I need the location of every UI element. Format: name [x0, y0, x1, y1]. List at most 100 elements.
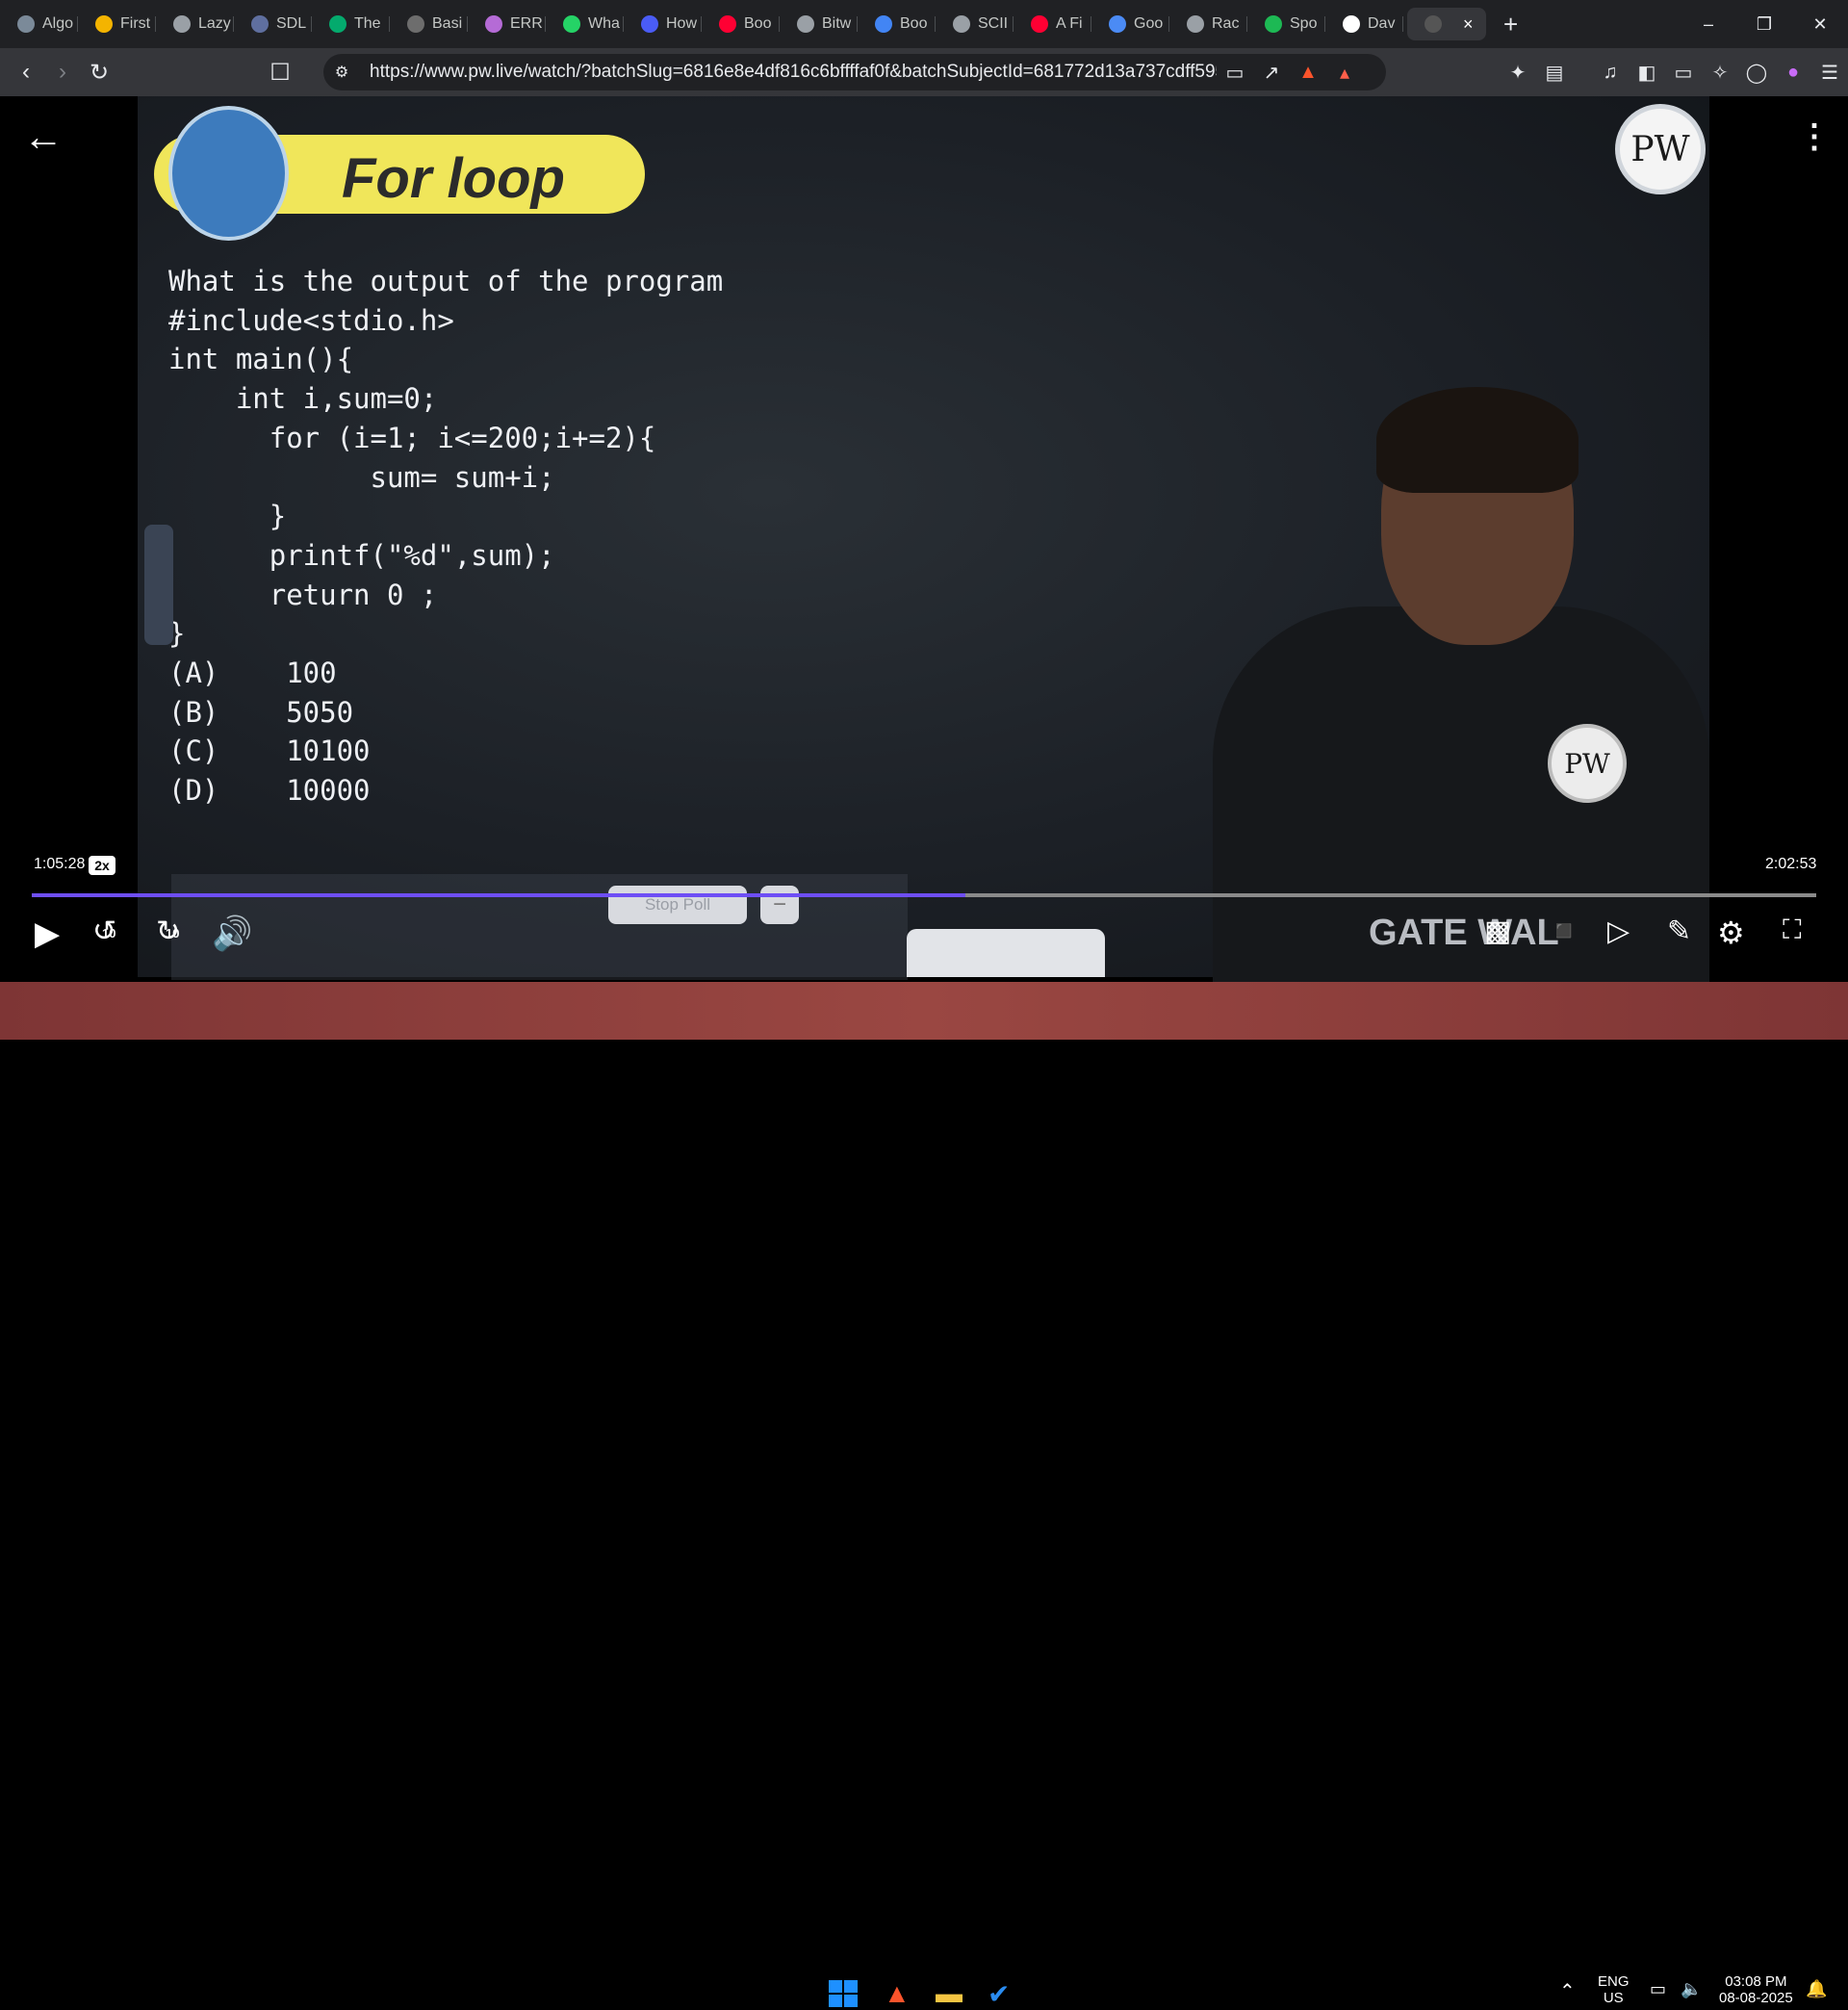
- windows-start-icon[interactable]: [829, 1978, 861, 2007]
- browser-tab[interactable]: Lazy: [156, 8, 234, 40]
- extensions-icon[interactable]: ✦: [1500, 61, 1536, 85]
- wallet-icon[interactable]: ▭: [1665, 61, 1702, 85]
- question-code: What is the output of the program #includ…: [168, 262, 723, 811]
- close-window-button[interactable]: ✕: [1792, 0, 1848, 48]
- site-info-icon[interactable]: ⚙: [323, 63, 360, 82]
- clock[interactable]: 03:08 PM 08-08-2025: [1719, 1973, 1793, 2006]
- restore-button[interactable]: ❐: [1736, 0, 1792, 48]
- tab-favicon-icon: [485, 15, 502, 33]
- notification-icon[interactable]: 🔔: [1806, 1979, 1827, 1999]
- browser-tab-strip: Algo First Lazy SDL The Basi ERR Wha How Boo Bitw B…: [0, 0, 1848, 48]
- tab-label: Dav: [1368, 15, 1396, 32]
- tray-overflow-icon[interactable]: ⌃: [1559, 1979, 1576, 2003]
- browser-tab[interactable]: SDL: [234, 8, 312, 40]
- active-tab[interactable]: ×: [1407, 8, 1486, 40]
- minimize-button[interactable]: –: [1681, 0, 1736, 48]
- tab-label: Goo: [1134, 15, 1164, 32]
- browser-tab[interactable]: Spo: [1247, 8, 1325, 40]
- language-indicator[interactable]: ENG US: [1598, 1973, 1630, 2006]
- close-tab-icon[interactable]: ×: [1463, 14, 1474, 35]
- translate-icon[interactable]: ◾: [1546, 915, 1581, 948]
- seek-bar[interactable]: [32, 893, 1816, 897]
- rewind-10-label: 10: [102, 926, 116, 941]
- tab-favicon-icon: [1343, 15, 1360, 33]
- windows-taskbar: ▲ ▬ ✔ ⌃ ENG US ▭ 🔈 03:08 PM 08-08-2025 🔔: [0, 982, 1848, 2009]
- back-icon[interactable]: ‹: [8, 59, 44, 86]
- extensions-toolbar: ✦ ▤ ♫ ◧ ▭ ✧ ◯ ● ☰: [1500, 48, 1848, 96]
- minimize-poll-button[interactable]: −: [760, 886, 799, 924]
- forward-10-icon[interactable]: ↻ 10: [156, 915, 180, 948]
- leo-ai-icon[interactable]: ✧: [1702, 61, 1738, 85]
- browser-tab[interactable]: ERR: [468, 8, 546, 40]
- clock-date: 08-08-2025: [1719, 1990, 1793, 2006]
- tab-favicon-icon: [329, 15, 346, 33]
- tab-favicon-icon: [563, 15, 580, 33]
- profile-icon[interactable]: ●: [1775, 62, 1811, 84]
- browser-toolbar: ‹ › ↻ ☐ ⚙ https://www.pw.live/watch/?bat…: [0, 48, 1848, 96]
- new-tab-button[interactable]: +: [1503, 10, 1518, 39]
- back-arrow-icon[interactable]: ←: [23, 114, 64, 160]
- browser-tab[interactable]: Wha: [546, 8, 624, 40]
- browser-tab[interactable]: Rac: [1169, 8, 1247, 40]
- settings-icon[interactable]: ⚙: [1717, 915, 1745, 951]
- chat-icon[interactable]: ▩: [1484, 915, 1511, 948]
- url-text[interactable]: https://www.pw.live/watch/?batchSlug=681…: [370, 62, 1217, 83]
- browser-tab[interactable]: First: [78, 8, 156, 40]
- side-panel-handle[interactable]: [144, 525, 173, 645]
- tab-label: First: [120, 15, 151, 32]
- tab-label: SDL: [276, 15, 307, 32]
- browser-tab[interactable]: SCII: [936, 8, 1014, 40]
- browser-tab[interactable]: Boo: [858, 8, 936, 40]
- tab-label: SCII: [978, 15, 1009, 32]
- more-options-icon[interactable]: ⋮: [1798, 117, 1831, 156]
- code-line: (C) 10100: [168, 734, 371, 768]
- vpn-icon[interactable]: ◯: [1738, 61, 1775, 85]
- brave-taskbar-icon[interactable]: ▲: [884, 1978, 916, 2008]
- code-line: }: [168, 617, 186, 651]
- browser-tab[interactable]: Goo: [1091, 8, 1169, 40]
- tab-favicon-icon: [719, 15, 736, 33]
- tab-favicon-icon: [407, 15, 424, 33]
- brave-rewards-icon[interactable]: ▴: [1326, 61, 1363, 85]
- cast-icon[interactable]: ▭: [1217, 61, 1253, 85]
- tab-label: Wha: [588, 15, 620, 32]
- code-line: return 0 ;: [168, 578, 438, 611]
- speaker-icon[interactable]: 🔈: [1681, 1979, 1702, 1999]
- code-line: }: [168, 500, 287, 533]
- volume-icon[interactable]: 🔊: [212, 915, 252, 953]
- notes-icon[interactable]: ✎: [1667, 915, 1691, 948]
- brave-shields-icon[interactable]: ▲: [1290, 62, 1326, 84]
- browser-tab[interactable]: Basi: [390, 8, 468, 40]
- sidebar-icon[interactable]: ◧: [1629, 61, 1665, 85]
- forward-icon[interactable]: ›: [44, 59, 81, 86]
- browser-tab[interactable]: How: [624, 8, 702, 40]
- playback-speed-badge[interactable]: 2x: [89, 856, 116, 875]
- browser-tab[interactable]: The: [312, 8, 390, 40]
- tab-label: How: [666, 15, 698, 32]
- slides-icon[interactable]: ▷: [1607, 915, 1630, 948]
- network-icon[interactable]: ▭: [1650, 1979, 1666, 1999]
- browser-tab[interactable]: Dav: [1325, 8, 1403, 40]
- browser-tab[interactable]: Bitw: [780, 8, 858, 40]
- address-bar[interactable]: ⚙ https://www.pw.live/watch/?batchSlug=6…: [323, 54, 1386, 90]
- video-player[interactable]: For loop What is the output of the progr…: [0, 96, 1848, 982]
- reload-icon[interactable]: ↻: [81, 59, 117, 87]
- file-explorer-icon[interactable]: ▬: [936, 1978, 968, 2008]
- tab-favicon-icon: [797, 15, 814, 33]
- tab-label: Rac: [1212, 15, 1240, 32]
- pw-logo: PW: [1615, 104, 1706, 194]
- todo-icon[interactable]: ✔: [988, 1978, 1020, 2009]
- play-icon[interactable]: ▶: [35, 915, 60, 953]
- fullscreen-icon[interactable]: ⛶: [1783, 915, 1802, 946]
- reader-mode-icon[interactable]: ▤: [1536, 61, 1573, 85]
- stop-poll-button[interactable]: Stop Poll: [608, 886, 747, 924]
- rewind-10-icon[interactable]: ↺ 10: [92, 915, 116, 948]
- media-icon[interactable]: ♫: [1592, 62, 1629, 84]
- browser-tab[interactable]: Boo: [702, 8, 780, 40]
- browser-tab[interactable]: Algo: [0, 8, 78, 40]
- browser-tab[interactable]: A Fi: [1014, 8, 1091, 40]
- bookmark-icon[interactable]: ☐: [262, 59, 298, 87]
- share-icon[interactable]: ↗: [1253, 61, 1290, 85]
- menu-icon[interactable]: ☰: [1811, 61, 1848, 85]
- tab-label: Basi: [432, 15, 463, 32]
